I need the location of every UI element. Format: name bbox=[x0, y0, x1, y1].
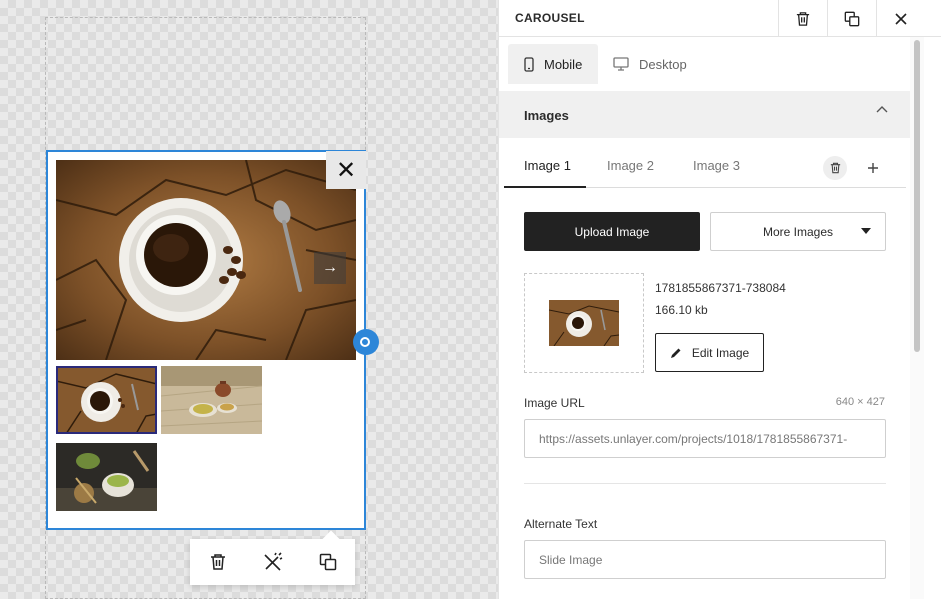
caret-down-icon bbox=[861, 228, 871, 234]
plus-icon bbox=[868, 163, 878, 173]
toolbar-delete-button[interactable] bbox=[205, 549, 231, 575]
carousel-close-button[interactable]: ✕ bbox=[326, 151, 366, 189]
drag-handle-icon bbox=[360, 337, 370, 347]
carousel-block[interactable]: → bbox=[46, 150, 366, 530]
preview-thumbnail bbox=[549, 300, 619, 346]
more-images-label: More Images bbox=[762, 224, 834, 239]
pencil-icon bbox=[670, 348, 681, 358]
file-name: 1781855867371-738084 bbox=[655, 281, 786, 295]
arrow-right-icon: → bbox=[322, 259, 338, 276]
block-toolbar bbox=[190, 539, 355, 585]
tab-mobile-label: Mobile bbox=[544, 56, 583, 72]
trash-icon bbox=[830, 162, 840, 174]
close-panel-button[interactable] bbox=[876, 0, 925, 37]
toolbar-duplicate-button[interactable] bbox=[315, 549, 341, 575]
tab-image-3[interactable]: Image 3 bbox=[693, 158, 740, 173]
image-url-label: Image URL bbox=[524, 396, 585, 410]
file-size: 166.10 kb bbox=[655, 303, 708, 317]
desktop-icon bbox=[613, 57, 629, 71]
tab-image-1[interactable]: Image 1 bbox=[524, 158, 571, 173]
duplicate-icon bbox=[319, 553, 336, 571]
alt-text-label: Alternate Text bbox=[524, 517, 598, 531]
delete-block-button[interactable] bbox=[778, 0, 827, 37]
coffee-cup-preview-image bbox=[549, 300, 619, 346]
toolbar-style-button[interactable] bbox=[260, 549, 286, 575]
delete-image-button[interactable] bbox=[823, 156, 847, 180]
phone-icon bbox=[524, 56, 534, 72]
resize-handle[interactable] bbox=[353, 329, 379, 355]
trash-icon bbox=[210, 554, 225, 570]
tab-mobile[interactable]: Mobile bbox=[508, 44, 598, 84]
chevron-up-icon bbox=[876, 106, 888, 113]
carousel-main-image[interactable]: → bbox=[56, 160, 356, 360]
trash-icon bbox=[796, 11, 810, 26]
device-tabs: Mobile Desktop bbox=[499, 37, 910, 91]
matcha-tea-thumbnail bbox=[56, 443, 157, 511]
image-preview bbox=[524, 273, 644, 373]
properties-panel: CAROUSEL Mobile Desktop Images Image 1 I… bbox=[498, 0, 941, 599]
edit-image-label: Edit Image bbox=[691, 345, 750, 360]
carousel-thumbnail-2[interactable] bbox=[161, 366, 262, 434]
tea-set-thumbnail bbox=[161, 366, 262, 434]
carousel-thumbnail-3[interactable] bbox=[56, 443, 157, 511]
add-image-button[interactable] bbox=[861, 156, 885, 180]
panel-title: CAROUSEL bbox=[515, 11, 585, 25]
active-tab-indicator bbox=[504, 186, 586, 188]
tab-image-2[interactable]: Image 2 bbox=[607, 158, 654, 173]
tab-desktop-label: Desktop bbox=[639, 56, 687, 72]
close-icon: ✕ bbox=[335, 156, 357, 184]
upload-image-button[interactable]: Upload Image bbox=[524, 212, 700, 251]
panel-header: CAROUSEL bbox=[499, 0, 941, 37]
close-icon bbox=[895, 12, 907, 25]
carousel-next-button[interactable]: → bbox=[314, 252, 346, 284]
coffee-cup-thumbnail bbox=[56, 366, 157, 434]
image-dimensions: 640 × 427 bbox=[835, 396, 885, 408]
duplicate-icon bbox=[844, 11, 860, 26]
edit-image-button[interactable]: Edit Image bbox=[655, 333, 764, 372]
carousel-thumbnail-1[interactable] bbox=[56, 366, 157, 434]
section-divider bbox=[524, 483, 886, 484]
duplicate-block-button[interactable] bbox=[827, 0, 876, 37]
more-images-button[interactable]: More Images bbox=[710, 212, 886, 251]
section-title: Images bbox=[524, 108, 569, 123]
scrollbar-thumb[interactable] bbox=[914, 40, 920, 352]
alt-text-input[interactable]: Slide Image bbox=[524, 540, 886, 579]
tab-desktop[interactable]: Desktop bbox=[613, 44, 713, 84]
editor-canvas: → ✕ bbox=[0, 0, 498, 599]
coffee-cup-image bbox=[56, 160, 356, 360]
magic-wand-icon bbox=[263, 552, 282, 571]
image-url-input[interactable]: https://assets.unlayer.com/projects/1018… bbox=[524, 419, 886, 458]
images-section-header[interactable]: Images bbox=[499, 91, 910, 138]
image-tabs: Image 1 Image 2 Image 3 bbox=[504, 148, 906, 188]
